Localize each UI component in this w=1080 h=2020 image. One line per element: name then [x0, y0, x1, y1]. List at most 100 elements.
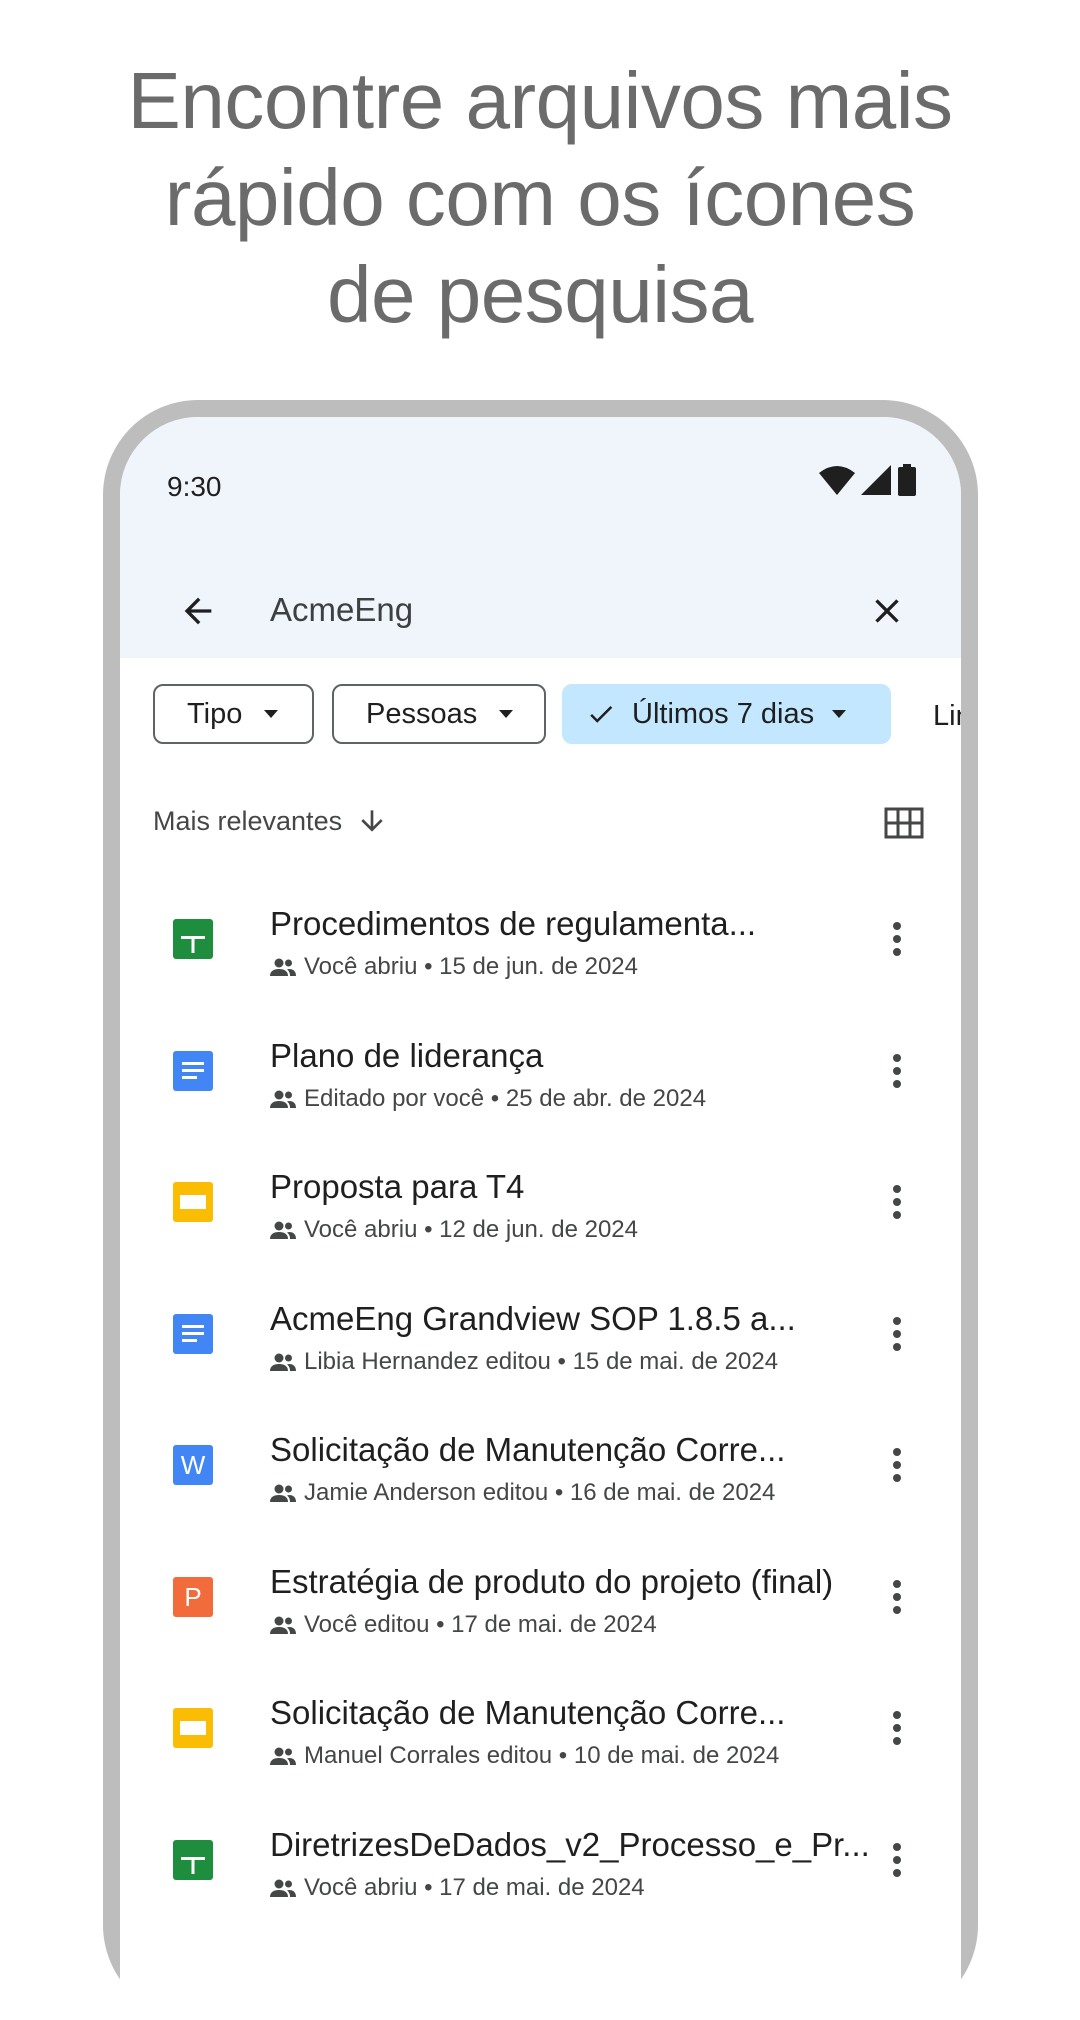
grid-view-button[interactable] [880, 799, 928, 847]
file-meta: Você abriu • 17 de mai. de 2024 [270, 1874, 645, 1902]
signal-icon [861, 465, 891, 495]
file-meta: Libia Hernandez editou • 15 de mai. de 2… [270, 1348, 778, 1376]
more-options-button[interactable] [873, 1571, 921, 1623]
powerpoint-badge: P [184, 1582, 201, 1612]
back-button[interactable] [170, 583, 226, 639]
status-icons [819, 464, 917, 496]
sort-button[interactable]: Mais relevantes [153, 805, 388, 837]
file-title: Solicitação de Manutenção Corre... [270, 1431, 786, 1468]
more-vert-icon [893, 1316, 901, 1351]
headline-line-2: rápido com os ícones [164, 153, 916, 242]
dropdown-arrow-icon [499, 710, 514, 718]
file-meta-text: Você editou • 17 de mai. de 2024 [304, 1610, 657, 1638]
file-meta-text: Você abriu • 15 de jun. de 2024 [304, 953, 638, 980]
shared-people-icon [270, 1090, 296, 1108]
more-options-button[interactable] [873, 1176, 921, 1228]
slides-icon [173, 1182, 213, 1222]
top-bar: 9:30 AcmeEng [120, 417, 961, 658]
headline-line-1: Encontre arquivos mais [127, 56, 953, 145]
chip-people[interactable]: Pessoas [332, 684, 546, 744]
docs-icon [173, 1313, 213, 1354]
file-title: Estratégia de produto do projeto (final) [270, 1562, 834, 1600]
shared-people-icon [270, 1747, 296, 1765]
file-meta-text: Editado por você • 25 de abr. de 2024 [304, 1084, 707, 1112]
sheets-icon [173, 919, 213, 959]
more-options-button[interactable] [873, 1308, 921, 1360]
arrow-down-icon [361, 810, 383, 832]
shared-people-icon [270, 1221, 296, 1239]
file-meta-text: Você abriu • 17 de mai. de 2024 [304, 1873, 645, 1901]
chip-label: Últimos 7 dias [632, 697, 815, 730]
file-row[interactable]: W Solicitação de Manutenção Corre... Jam… [120, 1411, 961, 1543]
file-title: AcmeEng Grandview SOP 1.8.5 a... [270, 1299, 796, 1337]
search-bar: AcmeEng [120, 567, 961, 655]
file-title: Procedimentos de regulamenta... [270, 905, 757, 942]
status-time: 9:30 [167, 471, 222, 502]
file-row[interactable]: P Estratégia de produto do projeto (fina… [120, 1543, 961, 1675]
file-meta-text: Jamie Anderson editou • 16 de mai. de 20… [304, 1479, 776, 1506]
more-vert-icon [893, 922, 901, 956]
more-options-button[interactable] [873, 1439, 921, 1491]
file-meta-text: Manuel Corrales editou • 10 de mai. de 2… [304, 1742, 780, 1769]
more-options-button[interactable] [873, 1702, 921, 1754]
file-list: Procedimentos de regulamenta... Você abr… [120, 885, 961, 1937]
file-title: Plano de liderança [270, 1036, 544, 1074]
file-meta: Manuel Corrales editou • 10 de mai. de 2… [270, 1742, 779, 1770]
headline-line-3: de pesquisa [327, 250, 753, 339]
sheets-icon [173, 1839, 213, 1880]
file-row[interactable]: Procedimentos de regulamenta... Você abr… [120, 885, 961, 1017]
check-icon [590, 705, 613, 723]
search-input[interactable]: AcmeEng [270, 591, 413, 629]
file-meta-text: Você abriu • 12 de jun. de 2024 [304, 1216, 638, 1243]
phone-frame: 9:30 AcmeEng Tipo Pessoas Últimos 7 dias… [103, 400, 978, 2020]
file-row[interactable]: Proposta para T4 Você abriu • 12 de jun.… [120, 1148, 961, 1280]
word-icon: W [173, 1445, 213, 1485]
shared-people-icon [270, 1616, 296, 1634]
file-title: Solicitação de Manutenção Corre... [270, 1694, 786, 1731]
more-vert-icon [893, 1842, 901, 1877]
more-vert-icon [893, 1579, 901, 1614]
wifi-icon [819, 466, 855, 495]
battery-icon [898, 464, 916, 496]
chip-type[interactable]: Tipo [153, 684, 314, 744]
file-title: DiretrizesDeDados_v2_Processo_e_Pr... [270, 1825, 870, 1863]
chip-overflow[interactable]: Lin [933, 700, 961, 733]
chip-last-7-days[interactable]: Últimos 7 dias [562, 684, 891, 744]
file-row[interactable]: DiretrizesDeDados_v2_Processo_e_Pr... Vo… [120, 1806, 961, 1938]
more-vert-icon [893, 1053, 901, 1088]
headline: Encontre arquivos mais rápido com os íco… [60, 52, 1020, 343]
file-row[interactable]: AcmeEng Grandview SOP 1.8.5 a... Libia H… [120, 1280, 961, 1412]
file-meta: Você abriu • 12 de jun. de 2024 [270, 1216, 638, 1244]
file-meta-text: Libia Hernandez editou • 15 de mai. de 2… [304, 1347, 779, 1375]
shared-people-icon [270, 1879, 296, 1897]
more-vert-icon [893, 1185, 901, 1219]
dropdown-arrow-icon [832, 710, 847, 718]
more-options-button[interactable] [873, 913, 921, 965]
file-meta: Jamie Anderson editou • 16 de mai. de 20… [270, 1479, 775, 1507]
word-badge: W [181, 1450, 206, 1480]
arrow-back-icon [184, 597, 212, 625]
file-title: Proposta para T4 [270, 1168, 525, 1205]
slides-icon [173, 1708, 213, 1748]
grid-icon [884, 807, 924, 839]
more-options-button[interactable] [873, 1045, 921, 1097]
file-meta: Você abriu • 15 de jun. de 2024 [270, 953, 638, 981]
shared-people-icon [270, 1353, 296, 1371]
phone-screen: 9:30 AcmeEng Tipo Pessoas Últimos 7 dias… [120, 417, 961, 2020]
powerpoint-icon: P [173, 1576, 213, 1617]
more-vert-icon [893, 1448, 901, 1482]
sort-row: Mais relevantes [153, 795, 928, 851]
close-icon [875, 599, 899, 623]
chip-label: Pessoas [366, 697, 478, 730]
more-options-button[interactable] [873, 1834, 921, 1886]
file-row[interactable]: Plano de liderança Editado por você • 25… [120, 1017, 961, 1149]
shared-people-icon [270, 1484, 296, 1502]
file-meta: Editado por você • 25 de abr. de 2024 [270, 1085, 706, 1113]
sort-label: Mais relevantes [153, 805, 343, 836]
file-row[interactable]: Solicitação de Manutenção Corre... Manue… [120, 1674, 961, 1806]
clear-search-button[interactable] [859, 583, 915, 639]
dropdown-arrow-icon [264, 710, 279, 718]
chip-label: Tipo [187, 697, 243, 730]
shared-people-icon [270, 958, 296, 976]
docs-icon [173, 1050, 213, 1091]
